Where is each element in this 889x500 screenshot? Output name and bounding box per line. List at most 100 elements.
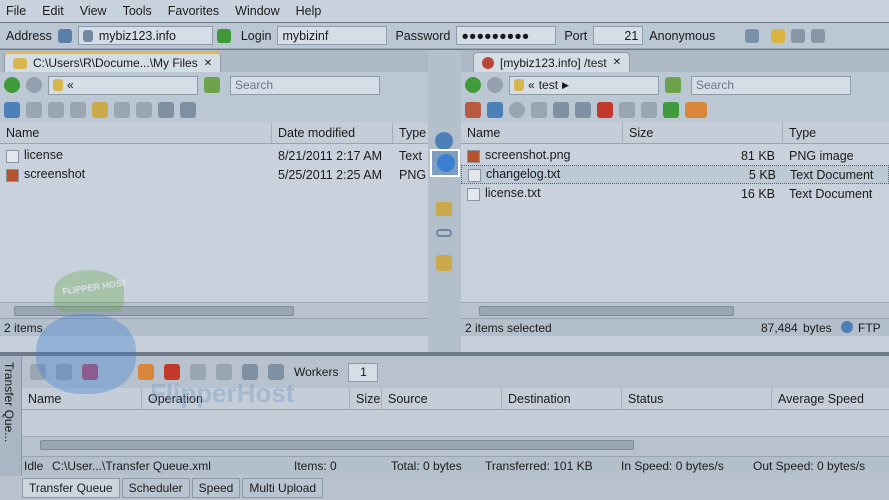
forward-icon[interactable] [26,77,42,93]
properties-icon[interactable] [158,102,174,118]
column-date-modified[interactable]: Date modified [272,122,393,143]
remote-horizontal-scrollbar[interactable] [461,302,889,318]
stop-icon[interactable] [26,102,42,118]
forward-icon[interactable] [487,77,503,93]
file-name: license.txt [485,186,541,201]
compare-icon[interactable] [436,255,452,271]
column-size[interactable]: Size [623,122,783,143]
list-item-selected[interactable]: changelog.txt 5 KB Text Document [461,165,889,184]
port-input[interactable]: 21 [593,26,644,45]
edit-icon[interactable] [531,102,547,118]
globe-icon [841,321,853,333]
stop-icon[interactable] [509,102,525,118]
column-name[interactable]: Name [0,122,272,143]
auto-mode-icon[interactable] [663,102,679,118]
local-nav-bar: « Search [0,72,428,98]
tab-scheduler[interactable]: Scheduler [121,478,190,498]
menu-edit[interactable]: Edit [42,4,64,18]
refresh-icon[interactable] [487,102,503,118]
download-button[interactable] [430,149,460,177]
text-file-icon [467,187,480,201]
remote-tabstrip: [mybiz123.info] /test ✕ [461,50,889,72]
cut-icon[interactable] [619,102,635,118]
up-folder-icon[interactable] [204,77,220,93]
sync-folders-icon[interactable] [436,202,452,216]
close-icon[interactable]: ✕ [204,58,212,69]
queue-column-status[interactable]: Status [622,388,772,409]
address-input[interactable]: mybiz123.info [77,26,213,45]
local-search-input[interactable]: Search [230,75,380,95]
server-settings-icon[interactable] [465,102,481,118]
local-tab[interactable]: C:\Users\R\Docume...\My Files ✕ [4,52,222,72]
view-mode-icon[interactable] [180,102,196,118]
new-folder-icon[interactable] [92,102,108,118]
menu-tools[interactable]: Tools [123,4,152,18]
login-input[interactable]: mybizinf [277,26,388,45]
layout-horizontal-icon[interactable] [791,28,806,43]
back-icon[interactable] [4,77,20,93]
queue-column-size[interactable]: Size [350,388,382,409]
workers-value: 1 [360,365,367,379]
remote-tab[interactable]: [mybiz123.info] /test ✕ [473,52,631,72]
queue-column-average-speed[interactable]: Average Speed [772,388,889,409]
server-icon [482,56,494,69]
tab-multi-upload[interactable]: Multi Upload [242,478,324,498]
go-arrow-icon[interactable] [216,28,231,43]
queue-horizontal-scrollbar[interactable] [22,436,889,452]
menu-bar: File Edit View Tools Favorites Window He… [0,0,889,22]
login-value: mybizinf [282,28,329,43]
upload-icon[interactable] [435,132,453,150]
password-label: Password [395,28,451,43]
remote-search-input[interactable]: Search [691,75,851,95]
queue-side-tab[interactable]: Transfer Que... [0,356,22,476]
queue-column-destination[interactable]: Destination [502,388,622,409]
favorite-star-icon[interactable] [771,28,786,43]
paste-icon[interactable] [641,102,657,118]
list-item[interactable]: screenshot 5/25/2011 2:25 AM PNG [0,165,428,184]
remote-toolbar [461,98,889,122]
remote-path-box[interactable]: « test ▶ [509,75,659,95]
connect-icon[interactable] [745,28,760,43]
up-folder-icon[interactable] [665,77,681,93]
column-type[interactable]: Type [783,122,889,143]
list-item-selected[interactable]: license.txt 16 KB Text Document [461,184,889,203]
menu-file[interactable]: File [6,4,26,18]
column-name[interactable]: Name [461,122,623,143]
link-icon[interactable] [436,229,452,237]
back-icon[interactable] [465,77,481,93]
local-path-box[interactable]: « [48,75,198,95]
list-item[interactable]: license 8/21/2011 2:17 AM Text [0,146,428,165]
queue-status-bar: Idle C:\User...\Transfer Queue.xml Items… [22,456,889,474]
cut-icon[interactable] [114,102,130,118]
scroll-thumb[interactable] [40,440,634,450]
queue-column-source[interactable]: Source [382,388,502,409]
menu-favorites[interactable]: Favorites [168,4,219,18]
delete-icon[interactable] [597,102,613,118]
menu-help[interactable]: Help [296,4,322,18]
tab-speed[interactable]: Speed [191,478,241,498]
scroll-thumb[interactable] [479,306,734,316]
copy-icon[interactable] [48,102,64,118]
anonymous-checkbox[interactable]: Anonymous [649,29,715,43]
workers-stepper[interactable]: 1 [348,362,379,382]
tab-transfer-queue[interactable]: Transfer Queue [22,478,120,498]
copy-icon[interactable] [575,102,591,118]
list-item[interactable]: screenshot.png 81 KB PNG image [461,146,889,165]
layout-vertical-icon[interactable] [811,28,826,43]
address-label: Address [6,28,52,43]
menu-view[interactable]: View [80,4,107,18]
queue-transferred: Transferred: 101 KB [485,458,593,473]
password-input[interactable]: ●●●●●●●●● [456,26,557,45]
menu-window[interactable]: Window [235,4,279,18]
remote-nav-bar: « test ▶ Search [461,72,889,98]
workers-label: Workers [294,365,339,379]
queue-tabs: Transfer Queue Scheduler Speed Multi Upl… [22,478,325,500]
close-icon[interactable]: ✕ [613,57,621,68]
paste-icon[interactable] [136,102,152,118]
column-type[interactable]: Type [393,122,428,143]
refresh-icon[interactable] [4,102,20,118]
delete-icon[interactable] [70,102,86,118]
pasv-icon[interactable] [685,102,707,118]
globe-icon[interactable] [57,28,72,43]
console-icon[interactable] [553,102,569,118]
